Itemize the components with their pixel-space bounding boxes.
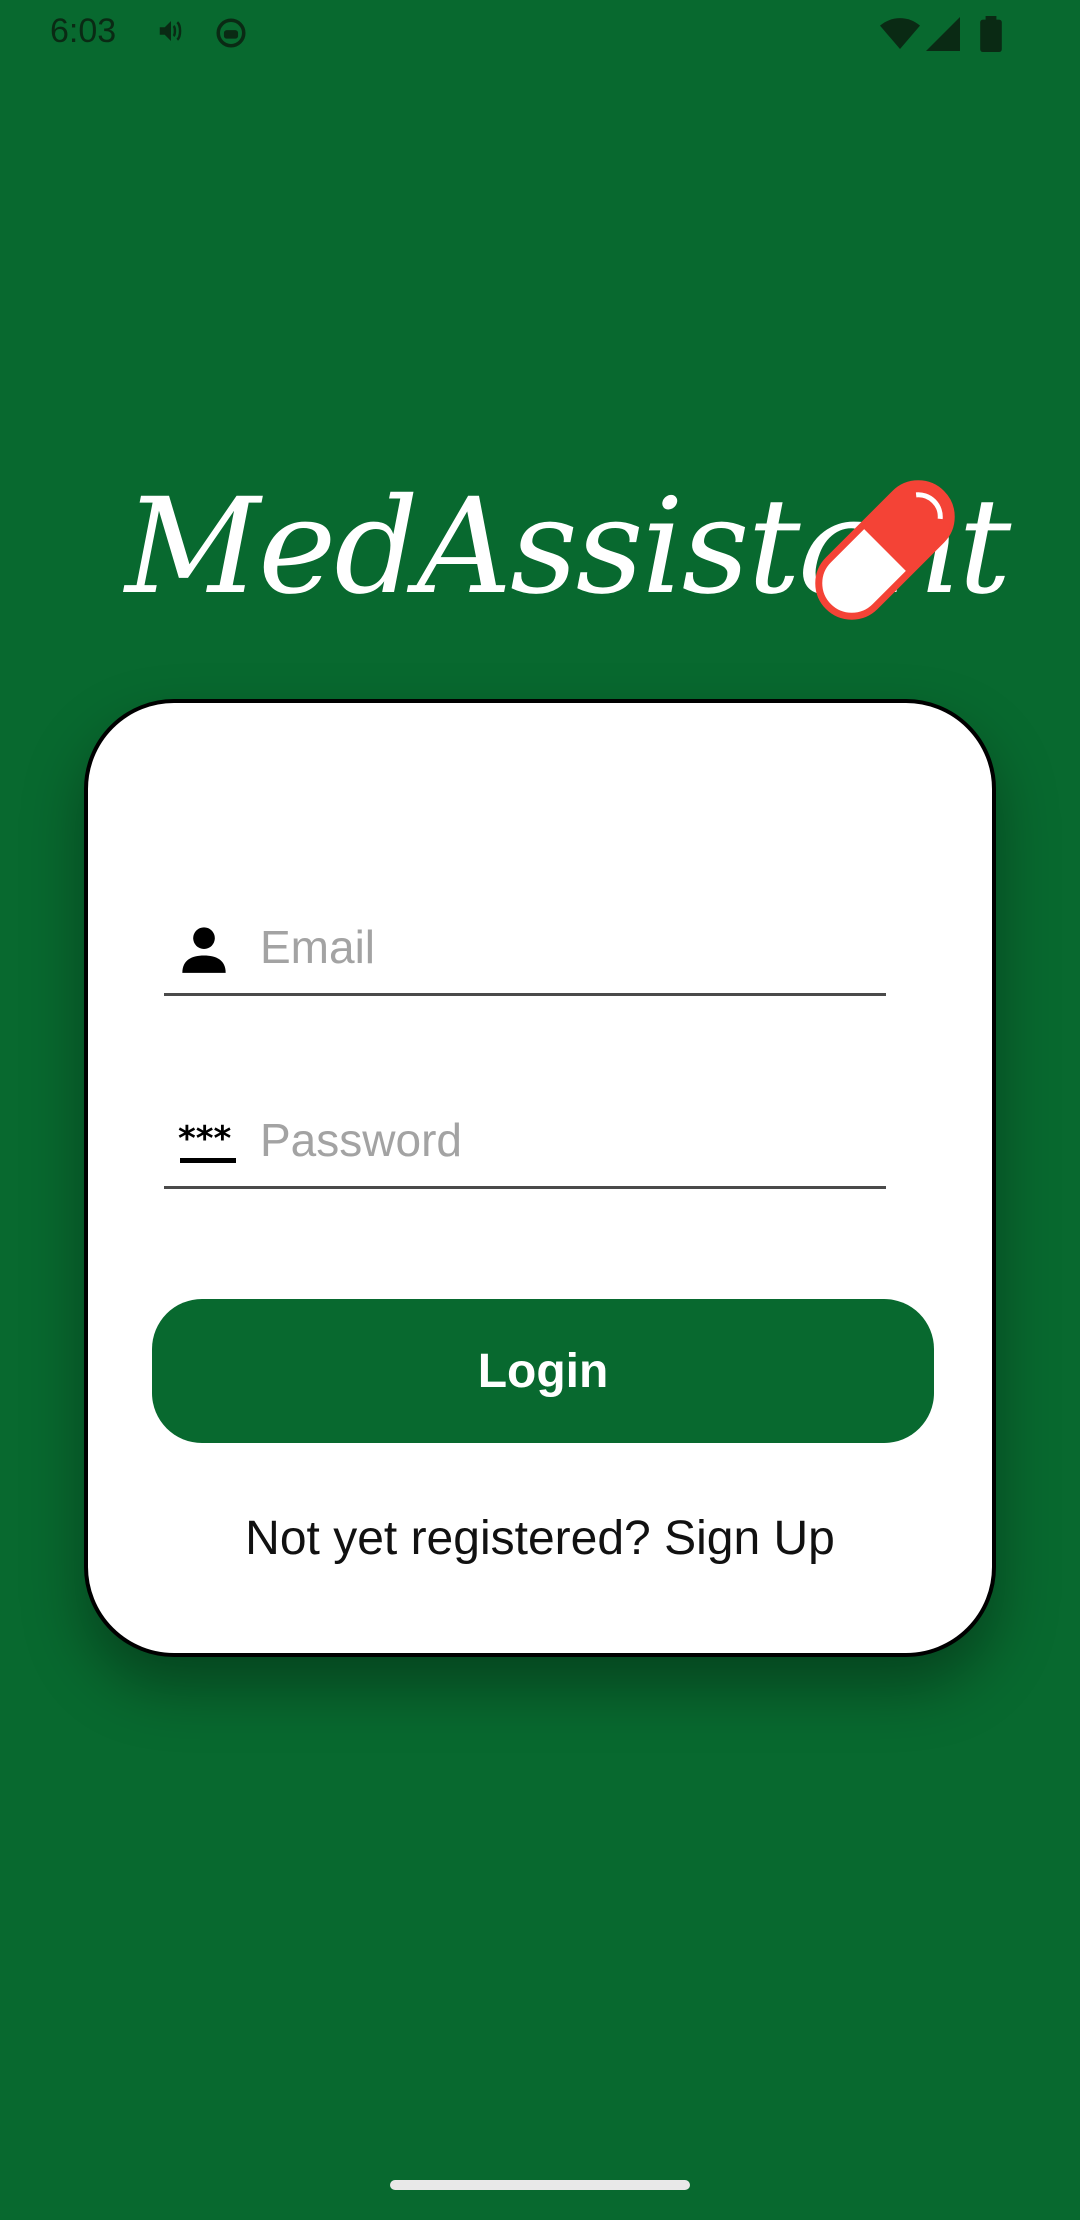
signup-prompt: Not yet registered? bbox=[245, 1512, 651, 1565]
home-indicator[interactable] bbox=[390, 2180, 690, 2190]
login-card: *** Login Not yet registered? Sign Up bbox=[84, 699, 996, 1657]
password-input[interactable] bbox=[260, 1100, 870, 1180]
battery-icon bbox=[980, 16, 1002, 57]
signal-icon bbox=[926, 16, 960, 57]
signup-row: Not yet registered? Sign Up bbox=[88, 1511, 992, 1566]
login-button[interactable]: Login bbox=[152, 1299, 934, 1443]
signup-link[interactable]: Sign Up bbox=[664, 1512, 835, 1565]
email-input[interactable] bbox=[260, 907, 870, 987]
password-field: *** bbox=[164, 1096, 886, 1189]
pill-capsule-icon bbox=[810, 475, 960, 630]
email-field bbox=[164, 903, 886, 996]
status-time: 6:03 bbox=[50, 12, 117, 50]
svg-text:***: *** bbox=[178, 1119, 232, 1159]
wifi-icon bbox=[880, 16, 920, 57]
robot-icon bbox=[214, 16, 248, 55]
person-icon bbox=[178, 923, 230, 975]
volume-icon bbox=[156, 16, 186, 51]
password-dots-icon: *** bbox=[178, 1116, 236, 1168]
status-bar: 6:03 bbox=[0, 0, 1080, 70]
